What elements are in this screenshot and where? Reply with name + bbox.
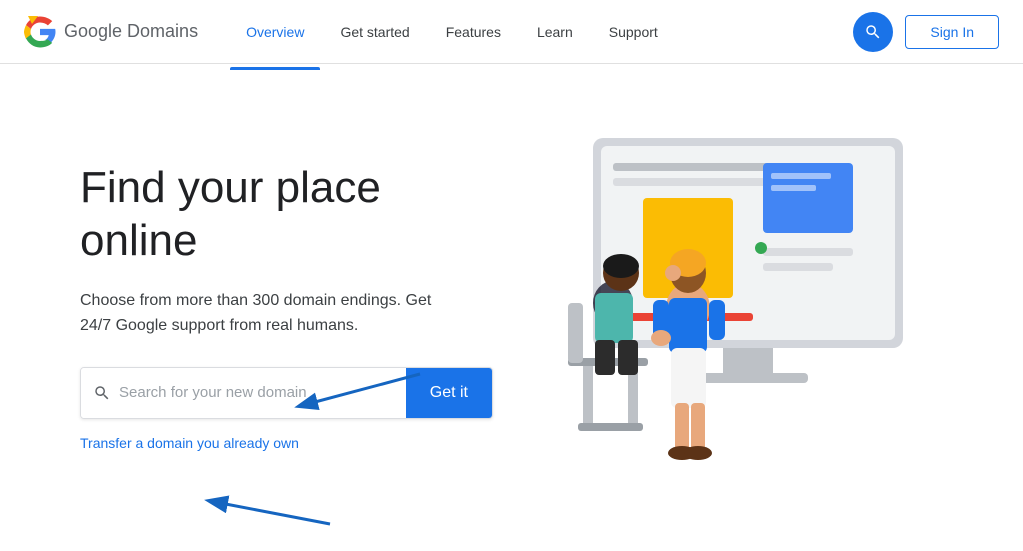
hero-headline: Find your place online [80, 162, 493, 268]
nav-item-get-started[interactable]: Get started [324, 16, 425, 48]
search-input-wrapper [81, 368, 406, 418]
header-actions: Sign In [853, 12, 999, 52]
main-content: Find your place online Choose from more … [0, 64, 1023, 551]
search-icon [864, 23, 882, 41]
illustration-svg [513, 118, 943, 498]
hero-subheadline: Choose from more than 300 domain endings… [80, 288, 460, 339]
search-input-icon [93, 384, 111, 402]
hero-illustration [513, 118, 943, 498]
logo: Google Domains [24, 16, 198, 48]
search-button[interactable] [853, 12, 893, 52]
nav-item-learn[interactable]: Learn [521, 16, 589, 48]
signin-button[interactable]: Sign In [905, 15, 999, 49]
get-it-button[interactable]: Get it [406, 368, 492, 418]
logo-text: Google Domains [64, 21, 198, 42]
nav-item-support[interactable]: Support [593, 16, 674, 48]
nav-item-overview[interactable]: Overview [230, 16, 320, 48]
main-nav: Overview Get started Features Learn Supp… [230, 16, 853, 48]
nav-item-features[interactable]: Features [430, 16, 517, 48]
domain-search-input[interactable] [119, 384, 394, 401]
transfer-domain-link[interactable]: Transfer a domain you already own [80, 435, 299, 451]
google-logo-icon [24, 16, 56, 48]
domain-search-bar: Get it [80, 367, 493, 419]
hero-section: Find your place online Choose from more … [80, 162, 493, 453]
header: Google Domains Overview Get started Feat… [0, 0, 1023, 64]
